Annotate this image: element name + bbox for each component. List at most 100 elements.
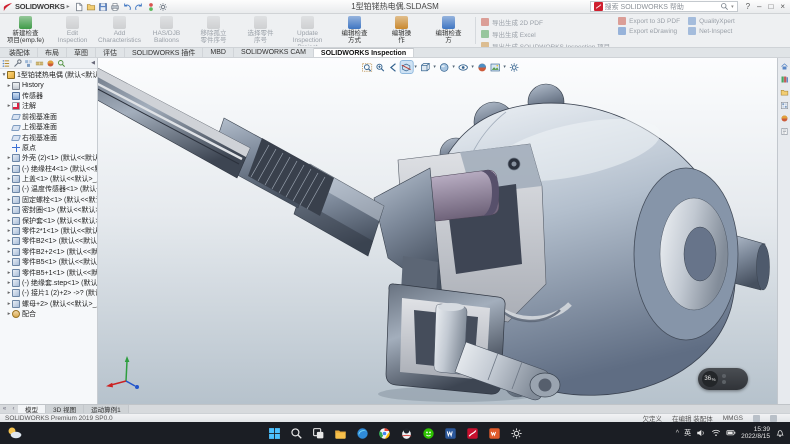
weather-widget[interactable] xyxy=(6,425,22,441)
tree-item[interactable]: ▸(-) 绝缘套.step<1> (默认<<默认... xyxy=(0,278,97,288)
new-file-icon[interactable] xyxy=(74,2,84,12)
ribbon-update-inspection-project-button[interactable]: Update Inspection Project xyxy=(284,15,331,46)
ribbon-edit-inspection-button[interactable]: Edit Inspection xyxy=(49,15,96,46)
tree-item[interactable]: ▸(-) 温度传感器<1> (默认<<默认... xyxy=(0,184,97,194)
help-button[interactable]: ? xyxy=(746,1,750,13)
chrome-icon[interactable] xyxy=(376,425,392,441)
tree-item[interactable]: ▸(-) 绝缘柱4<1> (默认<<默认>_显... xyxy=(0,164,97,174)
settings-icon[interactable] xyxy=(508,425,524,441)
ribbon-select-balloons-button[interactable]: 选择零件 序号 xyxy=(237,15,284,46)
tree-item[interactable]: ▸零件B2+2<1> (默认<<默认>_显... xyxy=(0,247,97,257)
minimize-button[interactable]: – xyxy=(757,1,761,13)
undo-icon[interactable] xyxy=(122,2,132,12)
inspection-manager-icon[interactable] xyxy=(57,59,66,68)
ribbon-export-3d-pdf-button[interactable]: Export to 3D PDF xyxy=(618,17,680,25)
chevron-down-icon[interactable]: ▾ xyxy=(432,64,437,70)
display-style-icon[interactable] xyxy=(438,61,450,73)
print-icon[interactable] xyxy=(110,2,120,12)
ribbon-export-sw-inspection-button[interactable]: 导出生成 SOLIDWORKS Inspection 项目 xyxy=(481,41,610,48)
tree-item[interactable]: ▸密封圈<1> (默认<<默认>_显... xyxy=(0,205,97,215)
clock[interactable]: 15:392022/8/15 xyxy=(741,426,770,441)
doc-tabs-scroll-arrow[interactable]: « xyxy=(0,405,9,413)
configuration-manager-icon[interactable] xyxy=(24,59,33,68)
ribbon-edit-operation-button[interactable]: 编辑操 作 xyxy=(378,15,425,46)
hide-show-icon[interactable] xyxy=(457,61,469,73)
hidden-icons-chevron[interactable]: ^ xyxy=(676,430,679,437)
explorer-icon[interactable] xyxy=(780,88,789,97)
ribbon-edit-inspection-2-button[interactable]: 编辑检查 方 xyxy=(425,15,472,46)
view-settings-icon[interactable] xyxy=(508,61,520,73)
solidworks-icon[interactable] xyxy=(464,425,480,441)
tree-item[interactable]: 前视基准面 xyxy=(0,112,97,122)
tab-评估[interactable]: 评估 xyxy=(96,48,125,57)
tab-solidworks-cam[interactable]: SOLIDWORKS CAM xyxy=(234,48,314,57)
chevron-down-icon[interactable]: ▾ xyxy=(470,64,475,70)
apply-scene-icon[interactable] xyxy=(489,61,501,73)
panel-collapse-arrow[interactable]: ◀ xyxy=(91,60,95,66)
ime-indicator[interactable]: 英 xyxy=(684,428,691,438)
open-icon[interactable] xyxy=(86,2,96,12)
save-icon[interactable] xyxy=(98,2,108,12)
ribbon-remove-orphan-balloons-button[interactable]: 移除孤立 零件序号 xyxy=(190,15,237,46)
previous-view-icon[interactable] xyxy=(387,61,399,73)
bell-icon[interactable] xyxy=(775,428,785,438)
tree-item[interactable]: 传感器 xyxy=(0,91,97,101)
maximize-button[interactable]: □ xyxy=(768,1,773,13)
search-chevron-down-icon[interactable]: ▾ xyxy=(731,4,734,10)
ribbon-edit-inspection-method-button[interactable]: 编辑检查 方式 xyxy=(331,15,378,46)
ribbon-has-djb-balloons-button[interactable]: HAS/DJB Balloons xyxy=(143,15,190,46)
zoom-fit-icon[interactable] xyxy=(361,61,373,73)
search-icon[interactable] xyxy=(720,2,729,11)
tab-solidworks-inspection[interactable]: SOLIDWORKS Inspection xyxy=(314,48,414,57)
tab-装配体[interactable]: 装配体 xyxy=(2,48,38,57)
redo-icon[interactable] xyxy=(134,2,144,12)
properties-icon[interactable] xyxy=(780,127,789,136)
ribbon-add-characteristics-button[interactable]: Add Characteristics xyxy=(96,15,143,46)
tree-item[interactable]: ▸注解 xyxy=(0,101,97,111)
view-palette-icon[interactable] xyxy=(780,101,789,110)
start-icon[interactable] xyxy=(266,425,282,441)
ribbon-net-inspect-button[interactable]: Net-Inspect xyxy=(688,27,735,35)
appearances-icon[interactable] xyxy=(780,114,789,123)
doc-tab-模型[interactable]: 模型 xyxy=(18,405,46,413)
tree-item[interactable]: ▸配合 xyxy=(0,309,97,319)
ribbon-qualityxpert-button[interactable]: QualityXpert xyxy=(688,17,735,25)
tab-mbd[interactable]: MBD xyxy=(203,48,234,57)
property-manager-icon[interactable] xyxy=(13,59,22,68)
wechat-icon[interactable] xyxy=(420,425,436,441)
tree-item[interactable]: ▸固定螺栓<1> (默认<<默认>_显示状态 xyxy=(0,195,97,205)
search-input[interactable]: 搜索 SOLIDWORKS 帮助 xyxy=(605,2,718,12)
tree-item[interactable]: ▸零件B5<1> (默认<<默认>_显... xyxy=(0,257,97,267)
tree-item[interactable]: ▸零件2*1<1> (默认<<默认>_显示状态 xyxy=(0,226,97,236)
chevron-down-icon[interactable]: ▾ xyxy=(502,64,507,70)
zoom-area-icon[interactable] xyxy=(374,61,386,73)
ribbon-export-edrawing-button[interactable]: Export eDrawing xyxy=(618,27,680,35)
tree-item[interactable]: 右视基准面 xyxy=(0,132,97,142)
view-orientation-icon[interactable] xyxy=(419,61,431,73)
tab-草图[interactable]: 草图 xyxy=(67,48,96,57)
doc-tab-运动算例1[interactable]: 运动算例1 xyxy=(84,405,129,413)
doc-tabs-scroll-arrow[interactable]: ‹ xyxy=(9,405,18,413)
close-button[interactable]: × xyxy=(780,1,785,13)
tree-item[interactable]: ▸(-) 接片1 (2)+2> ->? (默认<<默认>_显... xyxy=(0,288,97,298)
status-icon-a[interactable] xyxy=(753,415,760,422)
dimxpert-manager-icon[interactable] xyxy=(35,59,44,68)
tree-item[interactable]: ▸保护套<1> (默认<<默认>_显示状... xyxy=(0,215,97,225)
display-manager-icon[interactable] xyxy=(46,59,55,68)
explorer-taskbar-icon[interactable] xyxy=(332,425,348,441)
tab-布局[interactable]: 布局 xyxy=(38,48,67,57)
tree-item[interactable]: ▸History xyxy=(0,80,97,90)
qq-icon[interactable] xyxy=(398,425,414,441)
tree-item[interactable]: 原点 xyxy=(0,143,97,153)
taskbar-search-icon[interactable] xyxy=(288,425,304,441)
ribbon-export-excel-button[interactable]: 导出生成 Excel xyxy=(481,29,610,39)
chevron-down-icon[interactable]: ▾ xyxy=(451,64,456,70)
word-icon[interactable] xyxy=(442,425,458,441)
task-view-icon[interactable] xyxy=(310,425,326,441)
tree-item[interactable]: ▾1型铂铑热电偶 (默认<默认_显示状态-1) xyxy=(0,70,97,80)
network-icon[interactable] xyxy=(711,428,721,438)
tree-item[interactable]: 上视基准面 xyxy=(0,122,97,132)
volume-icon[interactable] xyxy=(696,428,706,438)
doc-tab-3D-视图[interactable]: 3D 视图 xyxy=(46,405,84,413)
battery-icon[interactable] xyxy=(726,428,736,438)
